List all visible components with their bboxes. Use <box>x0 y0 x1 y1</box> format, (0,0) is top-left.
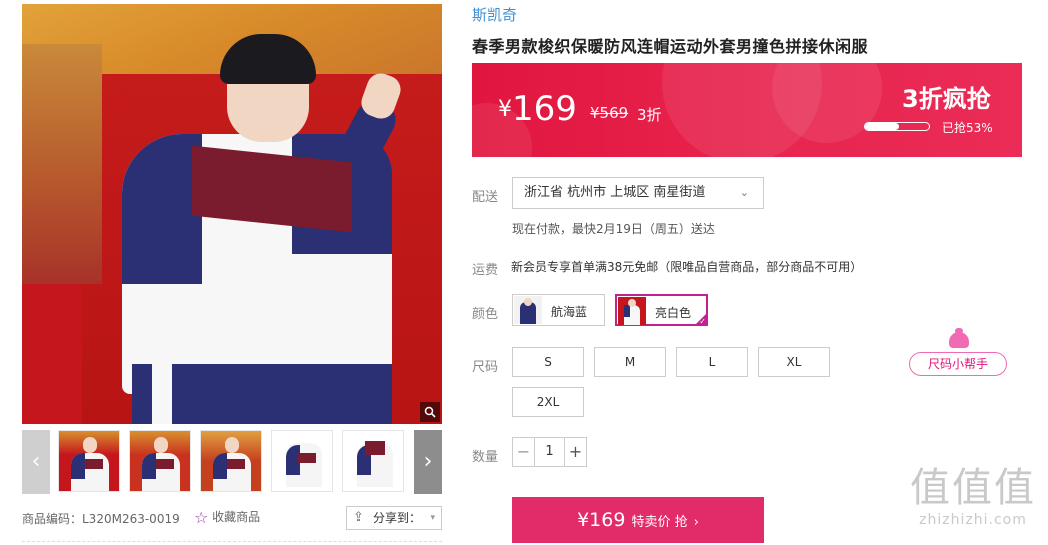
size-helper-button[interactable]: 尺码小帮手 <box>909 328 1007 378</box>
chevron-right-icon[interactable]: › <box>414 430 442 494</box>
favorite-button[interactable]: ☆ 收藏商品 <box>194 508 260 527</box>
color-option-label: 亮白色 <box>655 306 692 320</box>
quantity-stepper: − 1 + <box>512 437 587 467</box>
thumbnail[interactable] <box>58 430 120 492</box>
thumbnail-head <box>225 437 239 453</box>
divider <box>22 541 442 542</box>
caret-down-icon: ▾ <box>430 513 435 523</box>
size-label: 尺码 <box>472 360 499 375</box>
plus-button[interactable]: + <box>564 438 586 466</box>
model-hair <box>220 34 316 84</box>
thumbnail-maroon <box>365 441 385 455</box>
product-page: ‹ › 商品编码：L320M263-0019 ☆ 收藏商品 ⇪ 分享到： ▾ 斯… <box>0 0 1048 545</box>
share-button[interactable]: ⇪ 分享到： ▾ <box>346 506 442 530</box>
size-option-xl[interactable]: XL <box>758 347 830 377</box>
watermark-glyphs: 值值值 <box>910 465 1036 511</box>
size-option-m[interactable]: M <box>594 347 666 377</box>
thumbnail-head <box>154 437 168 453</box>
sold-progress-bar <box>864 122 930 131</box>
address-select[interactable]: 浙江省 杭州市 上城区 南星街道 ⌄ <box>512 177 764 209</box>
sold-percent-label: 已抢53% <box>942 121 993 135</box>
share-label: 分享到： <box>373 511 422 525</box>
thumbnail-head <box>83 437 97 453</box>
thumbnail-navy <box>213 453 227 479</box>
promo-title: 3折疯抢 <box>902 85 991 113</box>
price-banner: ¥169 ¥569 3折 3折疯抢 已抢53% <box>472 63 1022 157</box>
thumbnail-maroon <box>156 459 174 469</box>
pants-stripe <box>152 364 172 424</box>
product-meta-row: 商品编码：L320M263-0019 ☆ 收藏商品 ⇪ 分享到： ▾ <box>22 506 442 530</box>
sold-progress-fill <box>865 123 899 130</box>
thumbnail[interactable] <box>129 430 191 492</box>
buy-price: ¥169 <box>577 509 626 531</box>
share-icon: ⇪ <box>353 510 364 525</box>
thumbnail-maroon <box>298 453 316 463</box>
check-icon: ✓ <box>699 317 706 326</box>
original-price: ¥569 <box>590 104 629 122</box>
chevron-down-icon: ⌄ <box>739 186 749 199</box>
delivery-estimate: 现在付款，最快2月19日（周五）送达 <box>512 222 715 236</box>
buy-label: 特卖价 抢 <box>631 515 688 530</box>
color-option-navy[interactable]: 航海蓝 <box>512 294 605 326</box>
color-option-label: 航海蓝 <box>551 305 588 319</box>
thumbnail[interactable] <box>200 430 262 492</box>
minus-button[interactable]: − <box>513 438 535 466</box>
brand-link[interactable]: 斯凯奇 <box>472 4 517 25</box>
discount-label: 3折 <box>637 106 662 124</box>
size-option-s[interactable]: S <box>512 347 584 377</box>
size-option-l[interactable]: L <box>676 347 748 377</box>
thumbnail-maroon <box>227 459 245 469</box>
thumbnail-navy <box>142 453 156 479</box>
quantity-value[interactable]: 1 <box>535 438 564 466</box>
currency-symbol: ¥ <box>498 97 512 122</box>
color-swatch-white <box>618 297 646 325</box>
watermark: 值值值 zhizhizhi.com <box>898 464 1048 545</box>
color-option-white[interactable]: 亮白色 ✓ <box>615 294 708 326</box>
product-code: 商品编码：L320M263-0019 <box>22 512 180 526</box>
star-icon: ☆ <box>194 508 209 527</box>
address-value: 浙江省 杭州市 上城区 南星街道 <box>524 185 706 200</box>
product-title: 春季男款梭织保暖防风连帽运动外套男撞色拼接休闲服 <box>472 37 869 56</box>
price-value: 169 <box>512 89 577 129</box>
chevron-left-icon[interactable]: ‹ <box>22 430 50 494</box>
current-price: ¥169 <box>498 89 577 129</box>
color-label: 颜色 <box>472 307 499 322</box>
quantity-label: 数量 <box>472 450 499 465</box>
search-icon[interactable] <box>420 402 440 422</box>
color-swatch-navy <box>514 296 542 324</box>
delivery-label: 配送 <box>472 190 499 205</box>
main-product-image[interactable] <box>22 4 442 424</box>
buy-button[interactable]: ¥169 特卖价 抢 › <box>512 497 764 543</box>
chevron-right-icon: › <box>693 515 699 530</box>
watermark-site: zhizhizhi.com <box>919 512 1027 528</box>
size-option-2xl[interactable]: 2XL <box>512 387 584 417</box>
model-figure <box>82 34 405 424</box>
thumbnail[interactable] <box>271 430 333 492</box>
shipping-info: 新会员专享首单满38元免邮（限唯品自营商品，部分商品不可用） <box>511 260 863 274</box>
thumbnail[interactable] <box>342 430 404 492</box>
thumbnail-navy <box>71 453 85 479</box>
thumbnail-strip: ‹ › <box>22 430 442 494</box>
jacket-navy-panel <box>122 134 202 284</box>
favorite-label: 收藏商品 <box>212 510 261 524</box>
thumbnail-maroon <box>85 459 103 469</box>
mascot-icon <box>949 332 969 348</box>
shipping-label: 运费 <box>472 263 499 278</box>
size-helper-label: 尺码小帮手 <box>909 352 1007 376</box>
